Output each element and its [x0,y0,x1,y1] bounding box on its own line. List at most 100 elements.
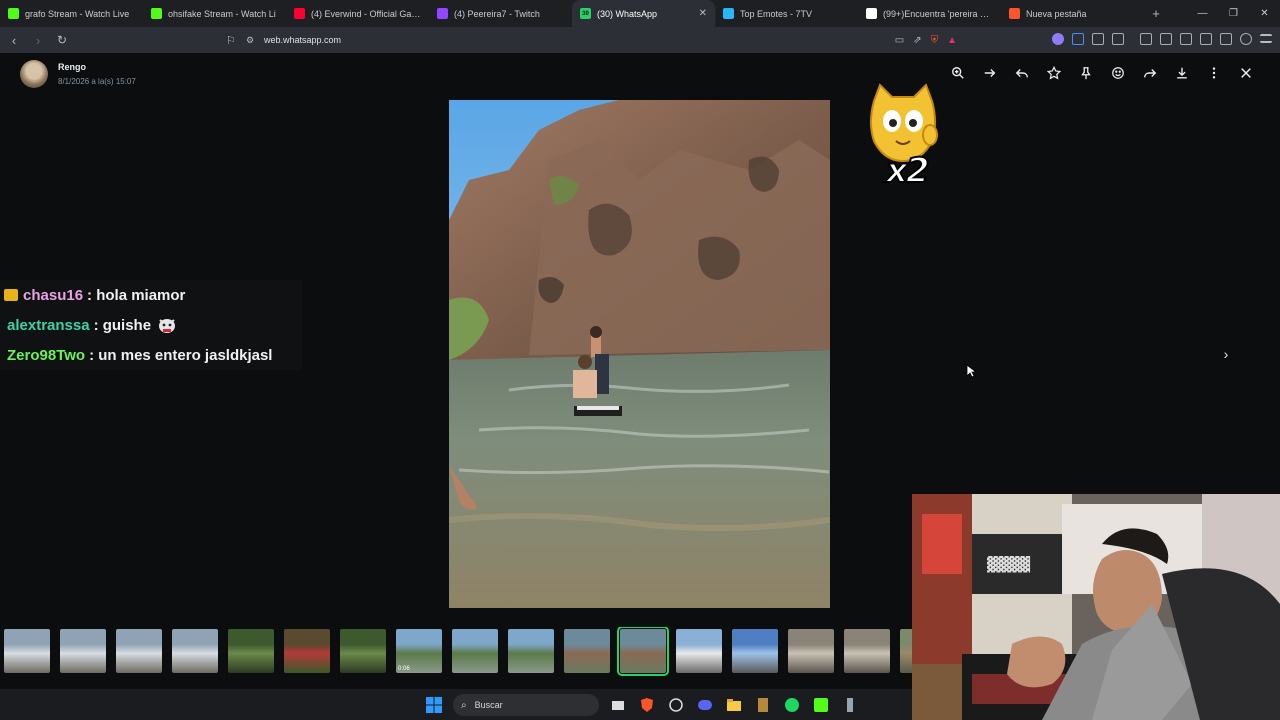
star-icon[interactable] [1038,64,1070,82]
media-thumbnail[interactable] [844,629,890,673]
bookmark-icon[interactable]: ⚐ [226,34,246,47]
browser-tab[interactable]: (4) Everwind - Official Gamepla [286,0,429,27]
close-window-icon[interactable]: ✕ [1249,0,1280,27]
browser-tab[interactable]: grafo Stream - Watch Live [0,0,143,27]
close-viewer-icon[interactable] [1230,64,1262,82]
media-thumbnail[interactable] [564,629,610,673]
avatar[interactable] [20,60,48,88]
browser-tab[interactable]: (99+)Encuentra 'pereira y agu [858,0,1001,27]
tab-title: Top Emotes - 7TV [740,8,813,19]
media-thumbnail[interactable] [508,629,554,673]
browser-tab[interactable]: (4) Peereira7 - Twitch [429,0,572,27]
media-thumbnail[interactable] [617,627,669,676]
wallet-icon[interactable] [1200,33,1212,45]
puzzle-icon[interactable] [1112,33,1124,45]
river-photo-image [449,100,830,608]
reload-icon[interactable]: ↻ [52,33,72,47]
twitch-icon [437,8,448,19]
stream-emote-overlay: x2 [866,83,940,201]
forward-icon[interactable]: › [28,33,48,48]
media-thumbnail[interactable] [116,629,162,673]
sidebar-icon[interactable] [1180,33,1192,45]
browser-tab[interactable]: Top Emotes - 7TV [715,0,858,27]
browser-tab[interactable]: 30 (30) WhatsApp ✕ [572,0,715,27]
media-thumbnail[interactable] [900,629,912,673]
new-tab-button[interactable]: + [1144,6,1168,21]
music-icon[interactable] [1160,33,1172,45]
forward-icon[interactable] [1134,64,1166,82]
browser-tab-strip: grafo Stream - Watch Live ohsifake Stream… [0,0,1280,27]
media-thumbnail[interactable] [284,629,330,673]
more-options-icon[interactable] [1198,64,1230,82]
media-thumbnail[interactable] [340,629,386,673]
menu-icon[interactable] [1260,34,1272,43]
task-view-icon[interactable] [608,695,628,715]
ai-icon[interactable] [1140,33,1152,45]
media-thumbnail[interactable] [732,629,778,673]
download-icon[interactable] [1166,64,1198,82]
site-settings-icon[interactable]: ⚙ [246,35,264,46]
chat-username: alextranssa [7,316,90,334]
brave-icon[interactable] [637,695,657,715]
subscriber-badge-icon [4,289,18,301]
brave-shields-icon[interactable]: ⛨ [931,35,939,46]
spotify-icon[interactable] [782,695,802,715]
zoom-in-icon[interactable] [942,64,974,82]
window-controls: — ❐ ✕ [1187,0,1280,27]
bookmark-app-icon[interactable] [753,695,773,715]
extension-icon[interactable] [1052,33,1064,45]
browser-tab[interactable]: Nueva pestaña [1001,0,1144,27]
taskbar-search[interactable]: ⌕ Buscar [453,694,599,716]
leo-icon[interactable] [1220,33,1232,45]
chat-text: : guishe [93,316,152,334]
go-to-message-icon[interactable] [974,64,1006,82]
address-bar[interactable]: ⚐ ⚙ web.whatsapp.com ▭ ⇗ ⛨ ▲ [218,30,963,50]
webcam-image: ▓▓▓▓ [912,494,1280,720]
chatgpt-icon[interactable] [666,695,686,715]
share-icon[interactable]: ⇗ [913,35,921,46]
whatsapp-icon: 30 [580,8,591,19]
extension-icon[interactable] [1072,33,1084,45]
tab-list: grafo Stream - Watch Live ohsifake Stream… [0,0,1144,27]
sender-info[interactable]: Rengo 8/1/2026 a la(s) 15:07 [20,60,136,88]
media-thumbnail[interactable] [228,629,274,673]
tab-title: ohsifake Stream - Watch Li [168,8,276,19]
media-thumbnail[interactable] [172,629,218,673]
react-emoji-icon[interactable] [1102,64,1134,82]
minimize-icon[interactable]: — [1187,0,1218,27]
media-thumbnail[interactable]: 0:06 [396,629,442,673]
vpn-icon[interactable] [1240,33,1252,45]
tiktok-icon [866,8,877,19]
chat-text: : hola miamor [87,286,186,304]
restore-icon[interactable]: ❐ [1218,0,1249,27]
media-actions [942,64,1262,82]
back-icon[interactable]: ‹ [4,33,24,48]
mouse-cursor-icon [966,364,976,378]
poster-graphic: ▓▓▓▓ [987,555,1030,573]
media-thumbnail[interactable] [676,629,722,673]
reply-icon[interactable] [1006,64,1038,82]
kick-icon [8,8,19,19]
media-thumbnail[interactable] [60,629,106,673]
kick-icon[interactable] [811,695,831,715]
next-media-icon[interactable]: › [1216,344,1236,364]
cast-icon[interactable]: ▭ [895,35,904,46]
taskbar-search-placeholder: Buscar [474,700,503,710]
media-thumbnail[interactable] [4,629,50,673]
pin-icon[interactable] [1070,64,1102,82]
tab-title: Nueva pestaña [1026,8,1087,19]
extension-icon[interactable] [1092,33,1104,45]
discord-icon[interactable] [695,695,715,715]
media-thumbnail[interactable] [452,629,498,673]
other-app-icon[interactable] [840,695,860,715]
chat-username: chasu16 [23,286,84,304]
media-thumbnail-strip: 0:06 [0,627,912,677]
file-explorer-icon[interactable] [724,695,744,715]
media-photo[interactable] [449,100,830,608]
brave-rewards-icon[interactable]: ▲ [947,35,957,46]
windows-icon[interactable] [424,695,444,715]
close-tab-icon[interactable]: ✕ [699,8,707,19]
media-thumbnail[interactable] [788,629,834,673]
youtube-icon [294,8,305,19]
browser-tab[interactable]: ohsifake Stream - Watch Li [143,0,286,27]
